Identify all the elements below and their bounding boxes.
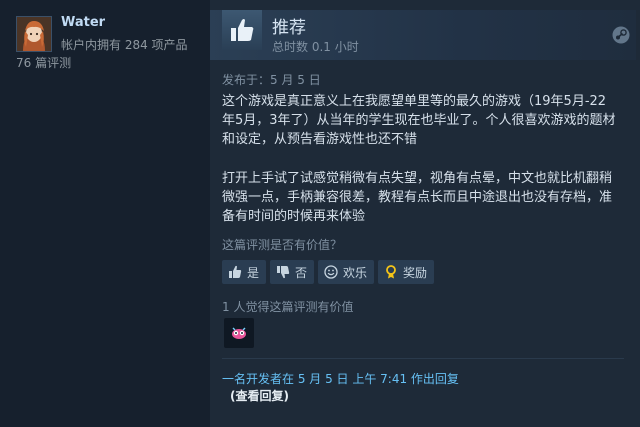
smiley-icon	[324, 265, 338, 279]
reply-divider	[222, 358, 624, 359]
steam-icon	[612, 26, 630, 44]
author-avatar[interactable]	[16, 16, 52, 52]
review-verdict: 推荐	[272, 18, 306, 38]
vote-yes-button[interactable]: 是	[222, 260, 267, 284]
view-reply-link[interactable]: (查看回复)	[230, 387, 289, 404]
avatar-image	[17, 17, 51, 51]
thumbs-down-icon	[277, 266, 290, 279]
review-text: 这个游戏是真正意义上在我愿望单里等的最久的游戏（19年5月-22年5月，3年了）…	[222, 92, 617, 246]
vote-funny-button[interactable]: 欢乐	[318, 260, 375, 284]
review-count[interactable]: 76 篇评测	[16, 54, 71, 71]
award-button[interactable]: 奖励	[378, 260, 435, 284]
vote-buttons: 是 否 欢乐 奖励	[222, 260, 435, 284]
thumbs-up-icon	[222, 10, 262, 50]
developer-reply-link[interactable]: 一名开发者在 5 月 5 日 上午 7:41 作出回复	[222, 370, 459, 387]
vote-no-label: 否	[295, 265, 308, 280]
review-paragraph: 这个游戏是真正意义上在我愿望单里等的最久的游戏（19年5月-22年5月，3年了）…	[222, 94, 616, 148]
playtime-hours: 总时数 0.1 小时	[272, 40, 359, 54]
helpful-question: 这篇评测是否有价值？	[222, 238, 343, 252]
review-panel: 推荐 总时数 0.1 小时 发布于：5 月 5 日 这个游戏是真正意义上在我愿望…	[210, 0, 640, 427]
vote-funny-label: 欢乐	[343, 265, 368, 280]
review-card: Water 帐户内拥有 284 项产品 76 篇评测 推荐 总时数 0.1 小时…	[0, 0, 640, 427]
products-owned[interactable]: 帐户内拥有 284 项产品	[61, 36, 188, 53]
thumbs-up-icon	[229, 265, 242, 278]
received-award-icon[interactable]	[224, 318, 254, 348]
vote-no-button[interactable]: 否	[270, 260, 315, 284]
award-medal-icon	[386, 265, 396, 279]
posted-date: 发布于：5 月 5 日	[222, 73, 321, 87]
helpful-count: 1 人觉得这篇评测有价值	[222, 300, 354, 314]
vote-yes-label: 是	[247, 265, 260, 280]
award-label: 奖励	[403, 265, 428, 280]
author-name[interactable]: Water	[61, 15, 105, 30]
author-panel: Water 帐户内拥有 284 项产品 76 篇评测	[0, 0, 210, 427]
review-header[interactable]: 推荐 总时数 0.1 小时	[210, 10, 636, 60]
review-paragraph: 打开上手试了试感觉稍微有点失望，视角有点晕，中文也就比机翻稍微强一点，手柄兼容很…	[222, 170, 613, 225]
